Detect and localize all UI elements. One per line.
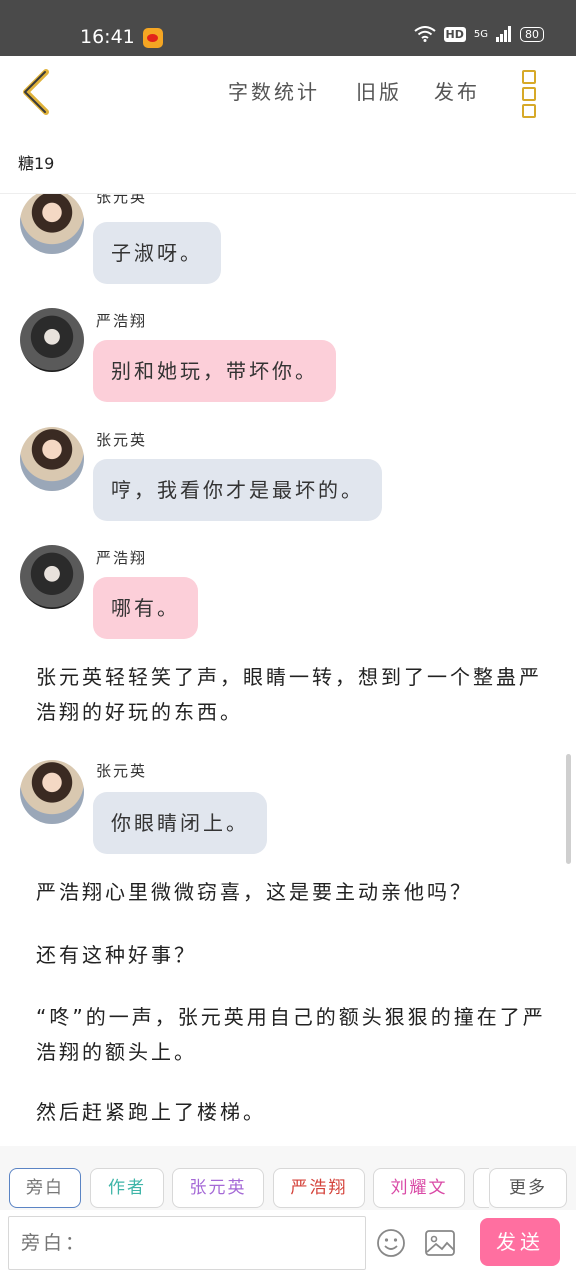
role-narration-button[interactable]: 旁白 [9,1168,81,1208]
status-icons: HD 5G 80 [413,26,544,42]
weibo-notification-icon [143,28,163,48]
wifi-icon [413,26,436,42]
sender-name: 张元英 [96,431,148,449]
avatar-yan-haoxiang[interactable] [20,308,84,372]
old-version-link[interactable]: 旧版 [356,76,402,105]
role-selector-bar: 旁白 作者 张元英 严浩翔 刘耀文 更多 [0,1146,576,1210]
top-nav: 字数统计 旧版 发布 [0,56,576,126]
more-menu-icon[interactable] [522,70,538,118]
hd-badge: HD [443,26,466,42]
menu-dot [522,104,536,118]
chapter-title: 糖19 [18,154,55,173]
sender-name: 张元英 [96,762,148,780]
word-count-link[interactable]: 字数统计 [228,76,320,105]
emoji-icon[interactable] [376,1228,406,1258]
story-content[interactable]: 张元英 子淑呀。 严浩翔 别和她玩，带坏你。 张元英 哼，我看你才是最坏的。 严… [0,194,576,1144]
chat-bubble[interactable]: 哼，我看你才是最坏的。 [93,459,382,521]
narration-paragraph[interactable]: “咚”的一声，张元英用自己的额头狠狠的撞在了严浩翔的额头上。 [36,1000,551,1070]
role-more-button[interactable]: 更多 [489,1168,567,1208]
sender-name: 严浩翔 [96,549,148,567]
role-yan-button[interactable]: 严浩翔 [273,1168,365,1208]
battery-indicator: 80 [520,26,544,42]
narration-paragraph[interactable]: 还有这种好事？ [36,938,551,973]
chat-bubble[interactable]: 你眼睛闭上。 [93,792,267,854]
menu-dot [522,87,536,101]
image-icon[interactable] [424,1228,456,1258]
avatar-zhang-yuanying[interactable] [20,194,84,254]
chat-bubble[interactable]: 别和她玩，带坏你。 [93,340,336,402]
signal-label: 5G [473,28,488,40]
status-time: 16:41 [80,26,135,48]
message-input[interactable] [8,1216,366,1270]
input-bar: 发送 [0,1210,576,1280]
narration-paragraph[interactable]: 严浩翔心里微微窃喜，这是要主动亲他吗？ [36,875,551,910]
chat-bubble[interactable]: 子淑呀。 [93,222,221,284]
narration-paragraph[interactable]: 然后赶紧跑上了楼梯。 [36,1095,551,1130]
avatar-zhang-yuanying[interactable] [20,427,84,491]
menu-dot [522,70,536,84]
role-liu-button[interactable]: 刘耀文 [373,1168,465,1208]
content-scrollbar[interactable] [566,754,571,864]
send-button[interactable]: 发送 [480,1218,560,1266]
publish-link[interactable]: 发布 [434,76,480,105]
chat-bubble[interactable]: 哪有。 [93,577,198,639]
back-chevron-icon[interactable] [14,66,64,116]
avatar-zhang-yuanying[interactable] [20,760,84,824]
status-bar: 16:41 HD 5G 80 [0,0,576,56]
sender-name: 张元英 [96,194,148,206]
role-author-button[interactable]: 作者 [90,1168,164,1208]
sender-name: 严浩翔 [96,312,148,330]
role-zhang-button[interactable]: 张元英 [172,1168,264,1208]
signal-bars-icon [496,26,511,42]
avatar-yan-haoxiang[interactable] [20,545,84,609]
role-partial-button[interactable] [473,1168,489,1208]
narration-paragraph[interactable]: 张元英轻轻笑了声，眼睛一转，想到了一个整蛊严浩翔的好玩的东西。 [36,660,551,730]
